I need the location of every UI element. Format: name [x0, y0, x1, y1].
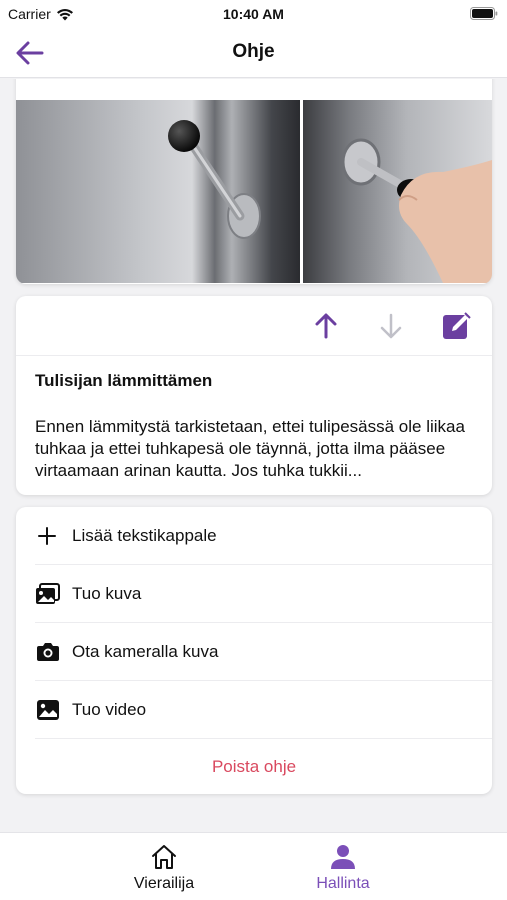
- status-time: 10:40 AM: [223, 6, 284, 22]
- import-image-button[interactable]: Tuo kuva: [35, 565, 492, 623]
- import-image-label: Tuo kuva: [72, 584, 142, 603]
- content-scroll-area[interactable]: Tulisijan lämmittämen Ennen lämmitystä t…: [0, 79, 507, 831]
- tab-bar: Vierailija Hallinta: [0, 832, 507, 900]
- image-block-card: [16, 79, 492, 284]
- navigation-bar: Ohje: [0, 28, 507, 78]
- tab-visitor-label: Vierailija: [133, 875, 195, 892]
- lever-photo[interactable]: [16, 100, 300, 283]
- import-video-button[interactable]: Tuo video: [35, 681, 492, 739]
- block-actions-toolbar: [16, 296, 492, 356]
- image-icon: [37, 700, 59, 720]
- status-bar: Carrier 10:40 AM: [0, 0, 507, 28]
- home-icon: [152, 845, 176, 869]
- tab-management-label: Hallinta: [316, 875, 370, 892]
- text-block-card: Tulisijan lämmittämen Ennen lämmitystä t…: [16, 296, 492, 495]
- tab-visitor[interactable]: Vierailija: [79, 833, 249, 900]
- battery-icon: [470, 7, 498, 20]
- images-icon: [36, 583, 60, 604]
- add-paragraph-label: Lisää tekstikappale: [72, 526, 217, 545]
- add-content-menu: Lisää tekstikappale Tuo kuva Ota kameral…: [16, 507, 492, 794]
- person-icon: [331, 845, 355, 869]
- tab-management[interactable]: Hallinta: [258, 833, 428, 900]
- take-photo-button[interactable]: Ota kameralla kuva: [35, 623, 492, 681]
- page-title: Ohje: [232, 41, 275, 62]
- text-block-body: Ennen lämmitystä tarkistetaan, ettei tul…: [35, 417, 465, 480]
- text-block-heading: Tulisijan lämmittämen: [35, 371, 213, 390]
- add-paragraph-button[interactable]: Lisää tekstikappale: [35, 507, 492, 565]
- import-video-label: Tuo video: [72, 700, 147, 719]
- take-photo-label: Ota kameralla kuva: [72, 642, 219, 661]
- edit-icon[interactable]: [439, 309, 473, 343]
- move-down-arrow-icon[interactable]: [374, 309, 408, 343]
- camera-icon: [37, 643, 59, 661]
- move-up-arrow-icon[interactable]: [309, 309, 343, 343]
- hand-lever-photo[interactable]: [303, 100, 492, 283]
- plus-icon: [38, 527, 56, 545]
- delete-guide-button[interactable]: Poista ohje: [16, 757, 492, 777]
